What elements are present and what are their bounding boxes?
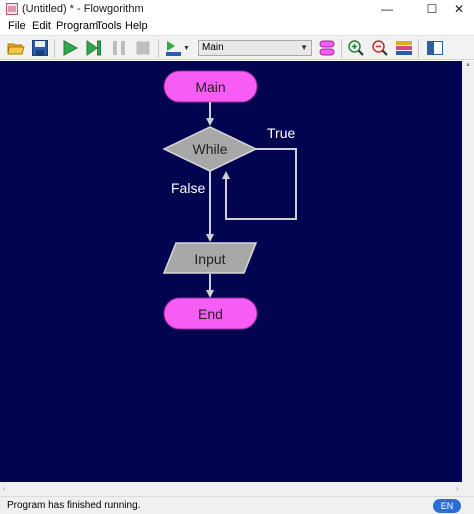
maximize-icon: ☐ bbox=[426, 2, 438, 16]
toolbar-separator bbox=[54, 39, 55, 58]
menu-bar: File Edit Program Tools Help bbox=[0, 18, 474, 35]
pause-icon bbox=[113, 41, 125, 55]
open-button[interactable] bbox=[7, 39, 25, 57]
horizontal-scrollbar[interactable]: ‹ › bbox=[0, 482, 474, 496]
zoom-out-button[interactable] bbox=[371, 39, 389, 57]
menu-program[interactable]: Program bbox=[56, 20, 98, 33]
while-node-label: While bbox=[192, 141, 228, 157]
toolbar-separator bbox=[158, 39, 159, 58]
flowchart-canvas[interactable]: Main While Input End True False bbox=[0, 61, 462, 482]
minimize-button[interactable]: — bbox=[372, 0, 402, 18]
scroll-left-icon[interactable]: ‹ bbox=[3, 484, 6, 493]
pause-button[interactable] bbox=[110, 39, 128, 57]
menu-file[interactable]: File bbox=[8, 20, 26, 33]
stop-button[interactable] bbox=[134, 39, 152, 57]
function-manager-button[interactable] bbox=[318, 39, 336, 57]
save-icon bbox=[32, 40, 48, 56]
flowchart-svg bbox=[162, 70, 297, 330]
run-speed-icon bbox=[166, 41, 181, 56]
run-icon bbox=[63, 40, 79, 56]
close-button[interactable]: ✕ bbox=[444, 0, 474, 18]
flowgorithm-app-icon bbox=[6, 3, 18, 15]
zoom-in-button[interactable] bbox=[347, 39, 365, 57]
zoom-in-icon bbox=[348, 40, 364, 56]
maximize-button[interactable]: ☐ bbox=[417, 0, 447, 18]
scroll-right-icon[interactable]: › bbox=[456, 484, 459, 493]
toolbar-separator bbox=[341, 39, 342, 58]
run-button[interactable] bbox=[61, 39, 79, 57]
input-node-label: Input bbox=[194, 251, 226, 267]
minimize-icon: — bbox=[381, 2, 393, 16]
zoom-out-icon bbox=[372, 40, 388, 56]
loop-true-path bbox=[222, 148, 297, 220]
menu-tools[interactable]: Tools bbox=[96, 20, 122, 33]
window-title: (Untitled) * - Flowgorithm bbox=[22, 3, 144, 15]
status-bar: Program has finished running. EN bbox=[0, 496, 474, 514]
layout-icon bbox=[427, 41, 443, 55]
title-bar: (Untitled) * - Flowgorithm — ☐ ✕ bbox=[0, 0, 474, 18]
vertical-scrollbar[interactable]: ▲ bbox=[462, 61, 474, 482]
toolbar: ▼ Main ▼ bbox=[0, 35, 474, 60]
save-button[interactable] bbox=[31, 39, 49, 57]
status-message: Program has finished running. bbox=[7, 500, 141, 511]
open-folder-icon bbox=[7, 43, 25, 55]
close-icon: ✕ bbox=[453, 2, 465, 16]
false-branch-label: False bbox=[171, 180, 206, 196]
function-manager-icon bbox=[319, 40, 335, 56]
end-node-label: End bbox=[198, 306, 223, 322]
language-badge[interactable]: EN bbox=[433, 499, 461, 513]
chevron-down-icon[interactable]: ▼ bbox=[183, 45, 190, 52]
true-branch-label: True bbox=[267, 125, 296, 141]
chevron-down-icon: ▼ bbox=[300, 43, 308, 52]
menu-help[interactable]: Help bbox=[125, 20, 148, 33]
main-node-label: Main bbox=[195, 79, 226, 95]
function-select[interactable]: Main ▼ bbox=[198, 40, 312, 56]
style-button[interactable] bbox=[395, 39, 413, 57]
scroll-up-icon[interactable]: ▲ bbox=[465, 62, 471, 68]
step-icon bbox=[86, 40, 101, 56]
layout-button[interactable] bbox=[426, 39, 444, 57]
style-icon bbox=[396, 41, 412, 55]
step-button[interactable] bbox=[85, 39, 103, 57]
menu-edit[interactable]: Edit bbox=[32, 20, 51, 33]
toolbar-separator bbox=[418, 39, 419, 58]
function-select-value: Main bbox=[202, 42, 224, 53]
run-speed-button[interactable] bbox=[165, 39, 183, 57]
stop-icon bbox=[136, 41, 150, 55]
